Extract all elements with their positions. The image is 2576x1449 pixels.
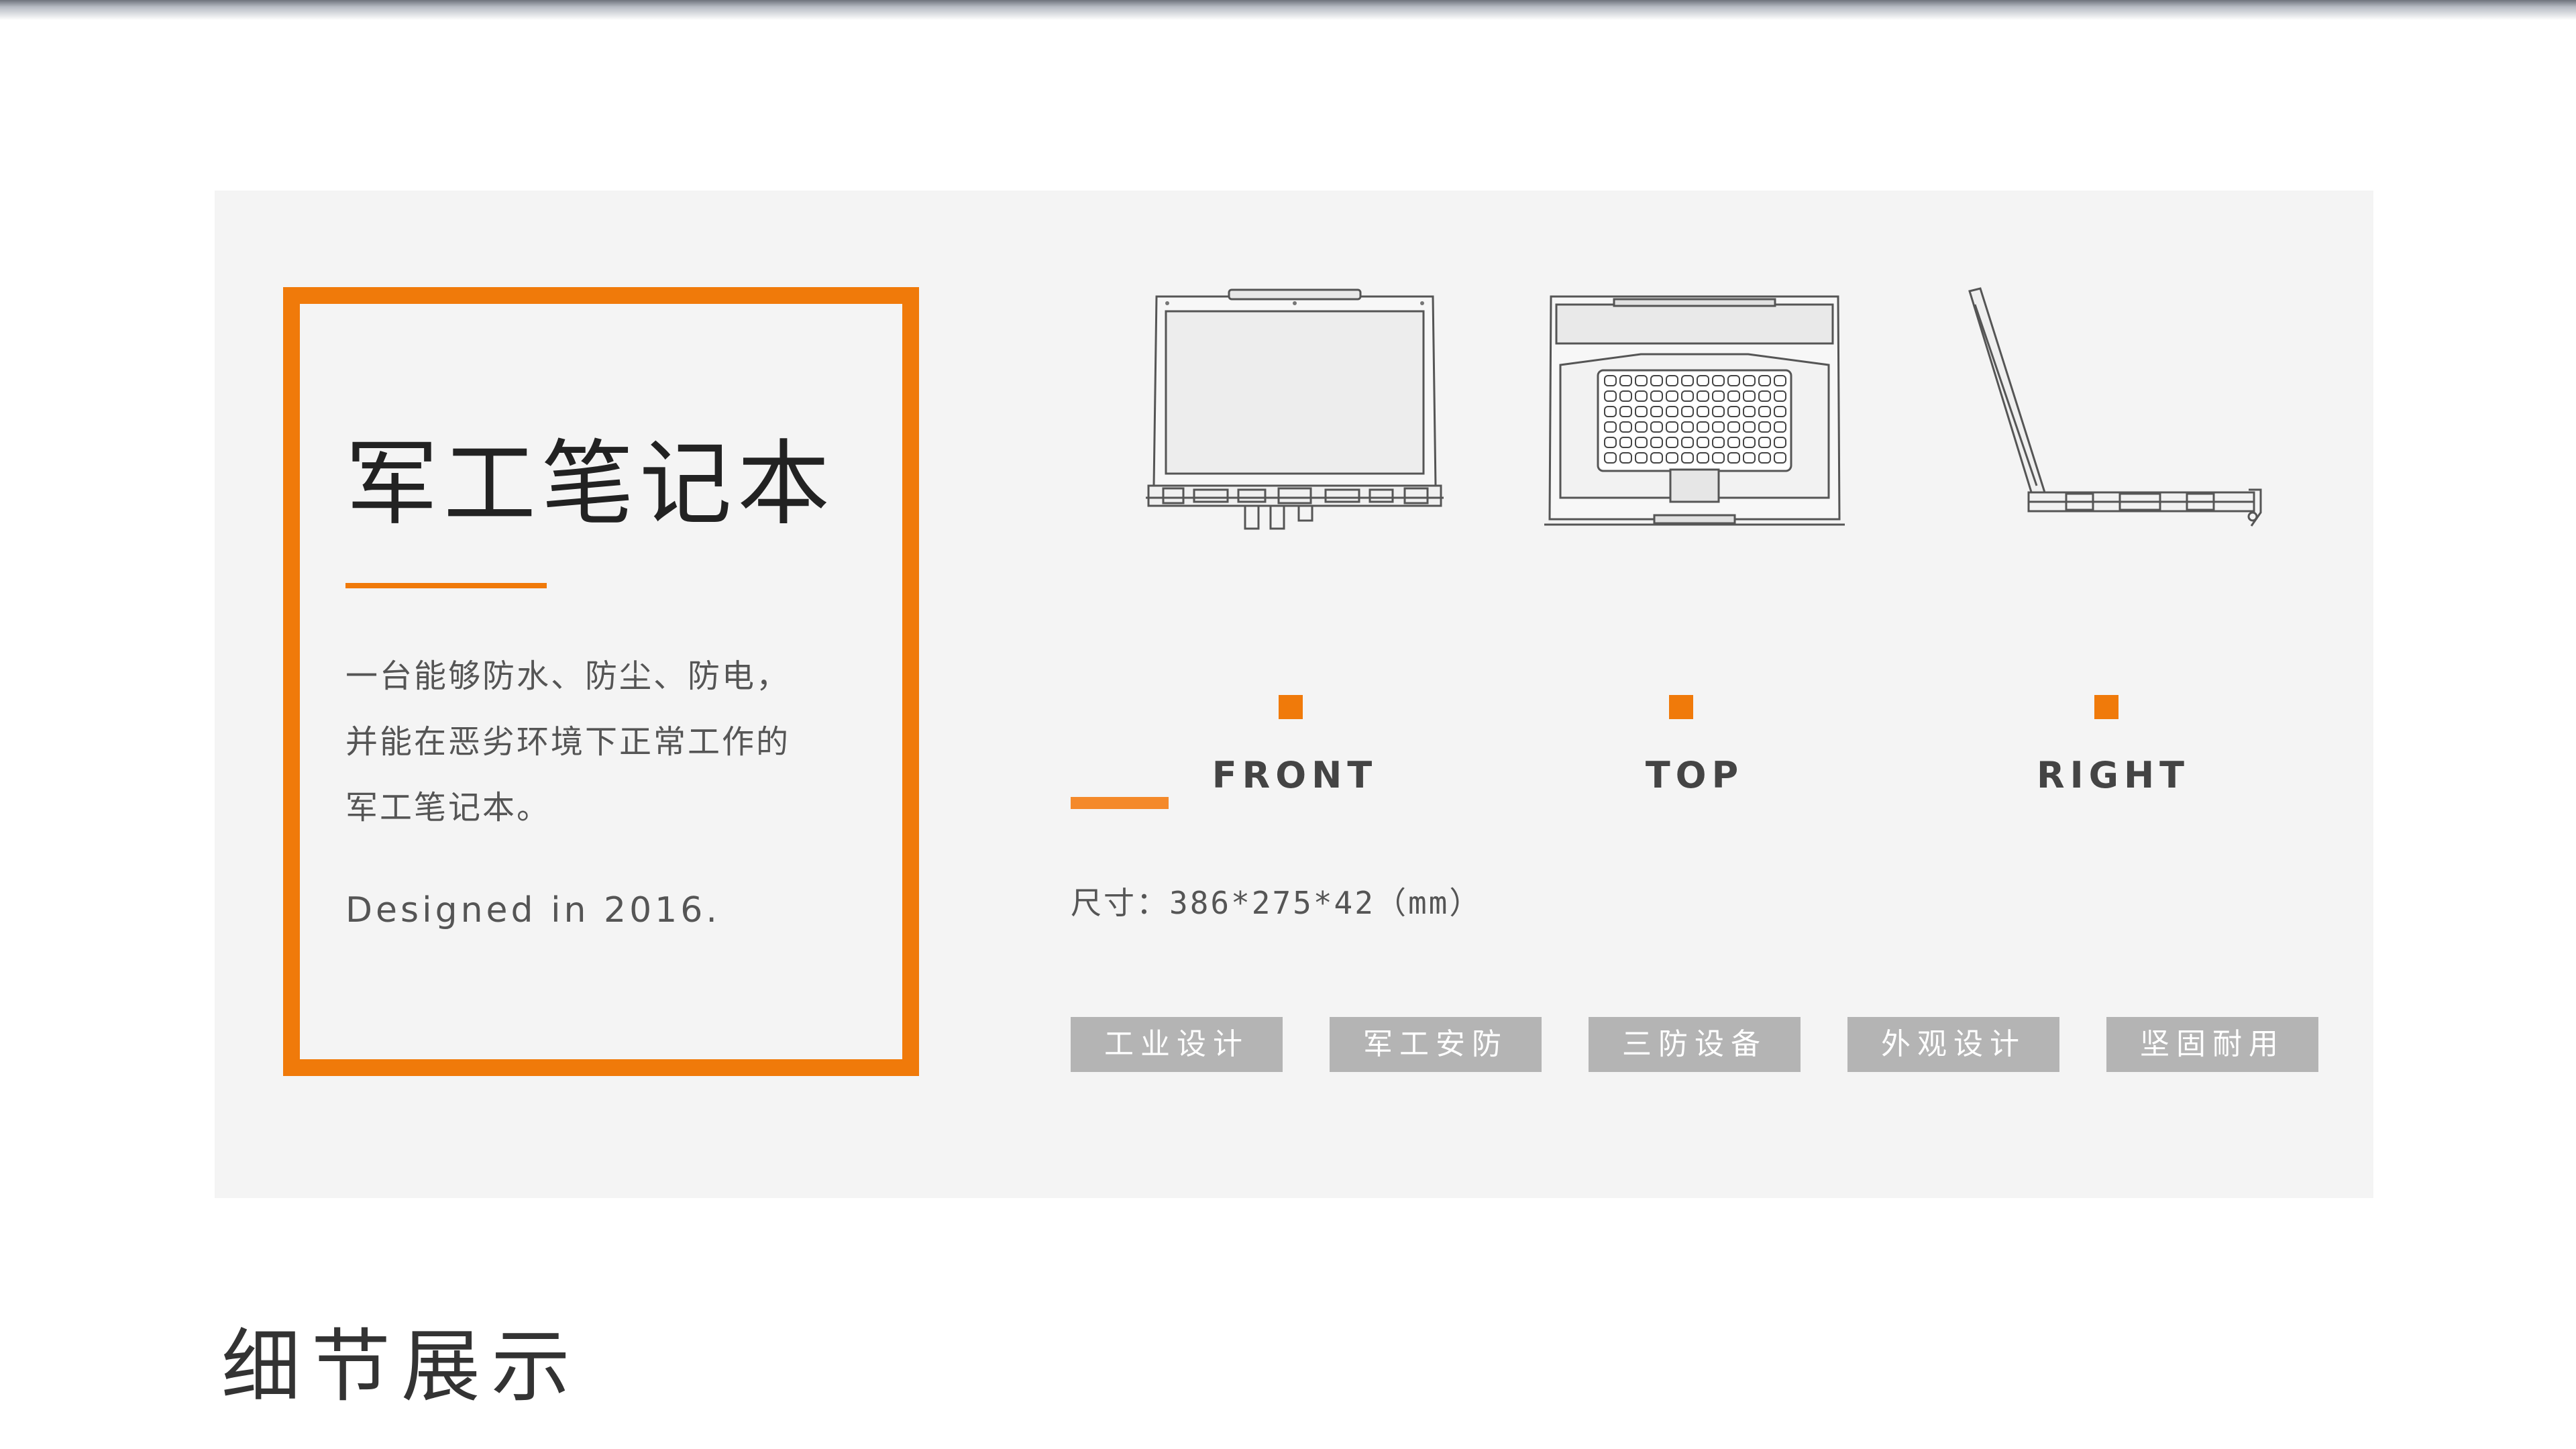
- size-spec: 尺寸：386*275*42（mm）: [1071, 885, 1483, 921]
- product-description: 一台能够防水、防尘、防电， 并能在恶劣环境下正常工作的 军工笔记本。: [345, 643, 896, 841]
- front-view: FRONT: [1134, 284, 1456, 796]
- tag-durable: 坚固耐用: [2106, 1017, 2318, 1072]
- specs-accent-bar: [1071, 797, 1169, 809]
- section-title: 细节展示: [221, 1320, 582, 1413]
- title-underline: [345, 583, 547, 588]
- tag-industrial-design: 工业设计: [1071, 1017, 1283, 1072]
- designed-year-text: Designed in 2016.: [345, 890, 720, 930]
- description-line: 军工笔记本。: [345, 789, 551, 826]
- description-line: 并能在恶劣环境下正常工作的: [345, 723, 791, 761]
- view-label: FRONT: [1212, 754, 1378, 796]
- tag-military-security: 军工安防: [1330, 1017, 1542, 1072]
- tag-rugged-device: 三防设备: [1589, 1017, 1801, 1072]
- view-marker: [1279, 695, 1303, 719]
- view-label: TOP: [1645, 754, 1744, 796]
- laptop-right-view-drawing-icon: [1968, 287, 2262, 527]
- top-view: TOP: [1534, 284, 1856, 796]
- description-line: 一台能够防水、防尘、防电，: [345, 657, 791, 695]
- product-info-box: 军工笔记本 一台能够防水、防尘、防电， 并能在恶劣环境下正常工作的 军工笔记本。…: [283, 287, 919, 1076]
- view-marker: [2094, 695, 2118, 719]
- laptop-front-view-drawing-icon: [1146, 288, 1444, 530]
- view-marker: [1669, 695, 1693, 719]
- top-shadow-strip: [0, 0, 2576, 20]
- laptop-top-view-drawing-icon: [1544, 295, 1845, 526]
- view-label: RIGHT: [2036, 754, 2190, 796]
- tag-appearance-design: 外观设计: [1847, 1017, 2059, 1072]
- product-panel: 军工笔记本 一台能够防水、防尘、防电， 并能在恶劣环境下正常工作的 军工笔记本。…: [215, 191, 2373, 1198]
- product-title: 军工笔记本: [345, 430, 836, 538]
- right-view: RIGHT: [1945, 284, 2267, 796]
